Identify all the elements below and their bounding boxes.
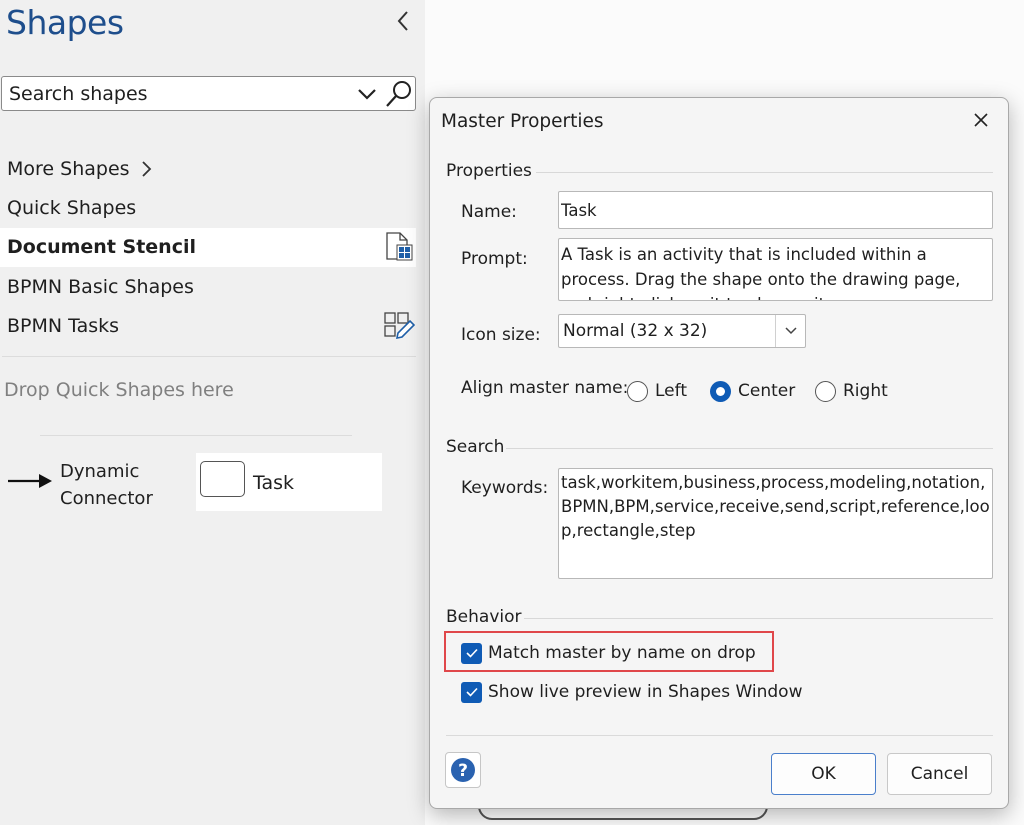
- checkbox-checked-icon: [461, 642, 482, 664]
- drop-quick-shapes-hint: Drop Quick Shapes here: [4, 379, 234, 401]
- help-button[interactable]: ?: [445, 752, 481, 788]
- divider: [536, 172, 993, 173]
- master-dynamic-connector[interactable]: Dynamic Connector: [6, 456, 186, 512]
- divider: [524, 618, 993, 619]
- icon-size-value: Normal (32 x 32): [563, 321, 708, 341]
- divider: [40, 435, 352, 436]
- chevron-down-icon: [784, 327, 797, 335]
- icon-size-label: Icon size:: [461, 325, 541, 345]
- stencil-item-label: BPMN Basic Shapes: [7, 276, 194, 298]
- stencil-item-label: BPMN Tasks: [7, 315, 120, 337]
- show-live-preview-checkbox[interactable]: Show live preview in Shapes Window: [461, 679, 802, 705]
- shapes-pane: Shapes More Shapes Quick Shapes Document…: [0, 0, 425, 825]
- chevron-down-icon: [358, 89, 376, 100]
- name-label: Name:: [461, 202, 517, 222]
- align-right-radio[interactable]: Right: [815, 378, 888, 404]
- search-options-dropdown[interactable]: [356, 85, 378, 103]
- divider: [2, 356, 416, 357]
- keywords-field[interactable]: task,workitem,business,process,modeling,…: [558, 468, 993, 579]
- prompt-field[interactable]: A Task is an activity that is included w…: [558, 238, 993, 301]
- radio-icon: [627, 380, 648, 402]
- stencil-item-label: More Shapes: [7, 158, 130, 180]
- task-shape-icon: [200, 461, 245, 497]
- search-button[interactable]: [384, 79, 414, 109]
- properties-group-header: Properties: [446, 161, 532, 181]
- checkbox-label: Show live preview in Shapes Window: [488, 682, 803, 702]
- checkbox-label: Match master by name on drop: [488, 643, 756, 663]
- stencil-item-quick-shapes[interactable]: Quick Shapes: [0, 189, 416, 228]
- master-label: Dynamic Connector: [60, 461, 153, 509]
- search-input[interactable]: [9, 82, 349, 106]
- align-center-radio[interactable]: Center: [710, 378, 795, 404]
- dropdown-arrow: [775, 315, 805, 347]
- stencil-item-document-stencil[interactable]: Document Stencil: [0, 228, 416, 267]
- stencil-item-more-shapes[interactable]: More Shapes: [0, 150, 416, 189]
- close-icon: [974, 113, 988, 127]
- master-label: Task: [253, 472, 295, 494]
- match-master-by-name-checkbox[interactable]: Match master by name on drop: [461, 640, 756, 666]
- master-properties-dialog: Master Properties Properties Name: Promp…: [429, 97, 1009, 809]
- dialog-title: Master Properties: [441, 111, 604, 132]
- search-box: [1, 76, 416, 111]
- chevron-left-icon: [397, 11, 408, 31]
- keywords-label: Keywords:: [461, 478, 549, 498]
- name-field[interactable]: [558, 191, 993, 229]
- stencil-item-label: Quick Shapes: [7, 197, 137, 219]
- stencil-item-bpmn-tasks[interactable]: BPMN Tasks: [0, 307, 416, 346]
- close-button[interactable]: [968, 107, 994, 133]
- radio-checked-icon: [710, 380, 731, 402]
- icon-size-select[interactable]: Normal (32 x 32): [558, 314, 806, 348]
- checkbox-checked-icon: [461, 681, 482, 703]
- arrow-right-icon: [8, 474, 52, 488]
- cancel-button[interactable]: Cancel: [887, 753, 992, 795]
- document-stencil-icon: [386, 232, 413, 261]
- help-icon: ?: [451, 758, 475, 782]
- stencil-item-bpmn-basic-shapes[interactable]: BPMN Basic Shapes: [0, 268, 416, 307]
- radio-label: Left: [655, 381, 687, 401]
- master-task[interactable]: Task: [196, 453, 382, 511]
- radio-label: Right: [843, 381, 888, 401]
- ok-button[interactable]: OK: [771, 753, 876, 795]
- divider: [446, 735, 993, 736]
- behavior-group-header: Behavior: [446, 607, 522, 627]
- chevron-right-icon: [142, 161, 152, 177]
- search-group-header: Search: [446, 437, 505, 457]
- align-master-name-label: Align master name:: [461, 378, 629, 398]
- radio-icon: [815, 380, 836, 402]
- pane-title: Shapes: [6, 3, 124, 42]
- collapse-pane-button[interactable]: [392, 8, 414, 34]
- divider: [506, 448, 993, 449]
- stencil-item-label: Document Stencil: [7, 236, 196, 258]
- radio-label: Center: [738, 381, 796, 401]
- svg-text:?: ?: [458, 761, 468, 781]
- prompt-label: Prompt:: [461, 249, 528, 269]
- align-left-radio[interactable]: Left: [627, 378, 687, 404]
- search-icon: [386, 81, 411, 107]
- edit-stencil-icon: [384, 312, 415, 340]
